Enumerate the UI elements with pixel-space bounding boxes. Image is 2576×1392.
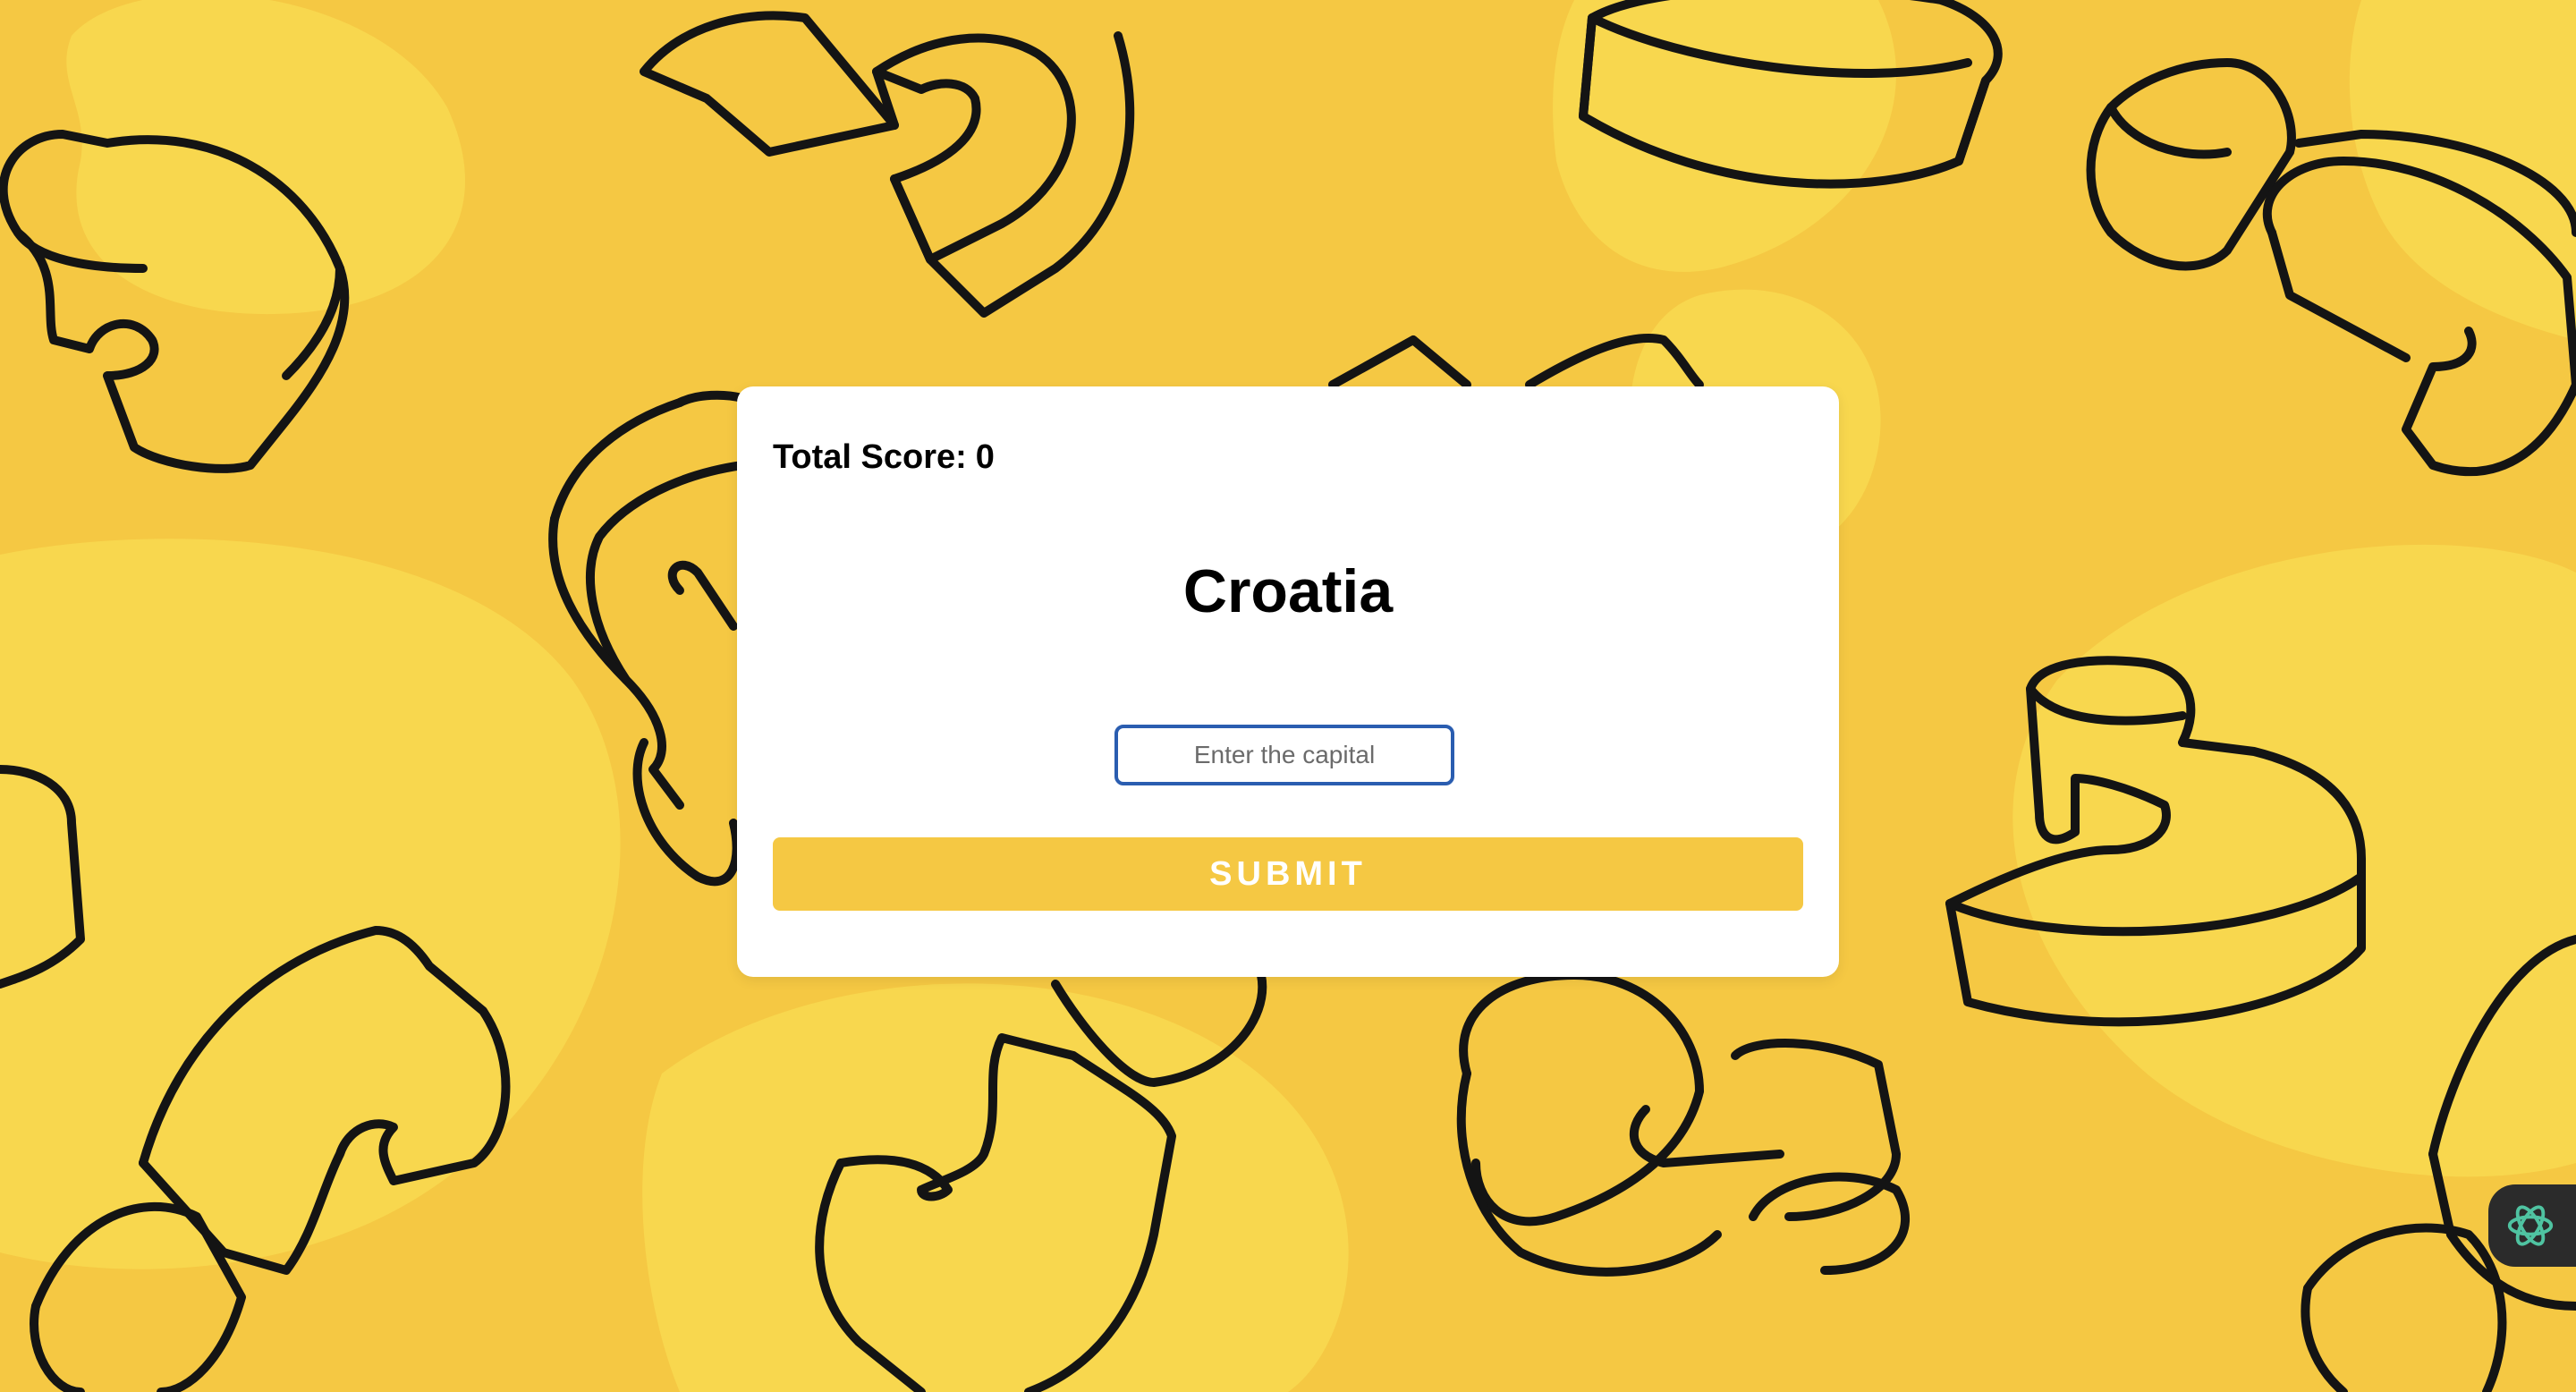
quiz-card: Total Score:0 Croatia SUBMIT: [737, 386, 1839, 977]
total-score-label: Total Score:: [773, 438, 967, 476]
submit-button[interactable]: SUBMIT: [773, 837, 1803, 911]
capital-input[interactable]: [1114, 725, 1454, 785]
country-name: Croatia: [1182, 557, 1394, 625]
assistant-widget[interactable]: [2488, 1184, 2576, 1267]
total-score: Total Score: 0: [773, 438, 995, 477]
total-score-value: 0: [975, 438, 995, 476]
openai-logo-icon: [2507, 1205, 2554, 1246]
